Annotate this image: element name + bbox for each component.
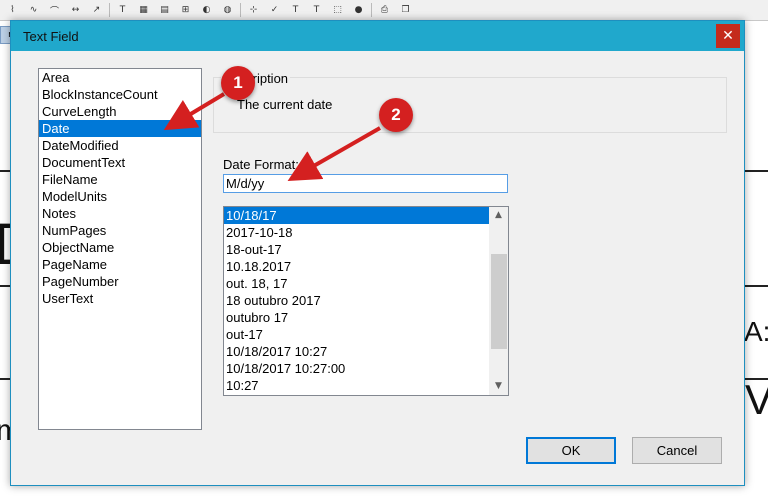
- field-list-item[interactable]: CurveLength: [39, 103, 201, 120]
- format-list-item[interactable]: out. 18, 17: [224, 275, 489, 292]
- group-icon[interactable]: ⊞: [176, 2, 195, 18]
- polyline-icon[interactable]: ⌇: [3, 2, 22, 18]
- drawing-text: A:: [744, 316, 768, 347]
- block-icon[interactable]: ▦: [134, 2, 153, 18]
- snap-icon[interactable]: ⊹: [244, 2, 263, 18]
- arc-icon[interactable]: ⌒: [45, 2, 64, 18]
- field-list[interactable]: Area BlockInstanceCount CurveLength Date Dat…: [38, 68, 202, 430]
- field-list-item[interactable]: ObjectName: [39, 239, 201, 256]
- field-list-item[interactable]: Area: [39, 69, 201, 86]
- text-field-icon[interactable]: T: [286, 2, 305, 18]
- layers-icon[interactable]: ❐: [396, 2, 415, 18]
- cancel-button[interactable]: Cancel: [632, 437, 722, 464]
- text-field-dialog: Text Field ✕ Area BlockInstanceCount Curve…: [10, 20, 745, 486]
- format-list-item[interactable]: 18-out-17: [224, 241, 489, 258]
- box-icon[interactable]: ⬚: [328, 2, 347, 18]
- field-list-item[interactable]: DocumentText: [39, 154, 201, 171]
- toolbar-separator: [109, 3, 110, 17]
- scroll-up-icon[interactable]: ▲: [489, 207, 508, 224]
- format-list[interactable]: 10/18/17 2017-10-18 18-out-17 10.18.2017 out…: [223, 206, 509, 396]
- field-list-item[interactable]: FileName: [39, 171, 201, 188]
- date-format-label: Date Format:: [223, 157, 299, 172]
- 3d-text-icon[interactable]: T: [307, 2, 326, 18]
- date-format-input[interactable]: [223, 174, 508, 193]
- description-value: The current date: [237, 97, 333, 112]
- drawing-line: [743, 285, 768, 287]
- field-list-item[interactable]: Date: [39, 120, 201, 137]
- field-list-item[interactable]: BlockInstanceCount: [39, 86, 201, 103]
- field-list-item[interactable]: NumPages: [39, 222, 201, 239]
- print-icon[interactable]: ⎙: [375, 2, 394, 18]
- format-list-item[interactable]: 10/18/17: [224, 207, 489, 224]
- leader-icon[interactable]: ↗: [87, 2, 106, 18]
- scroll-down-icon[interactable]: ▼: [489, 378, 508, 395]
- dimension-icon[interactable]: ↔: [66, 2, 85, 18]
- cad-toolbar: ⌇ ∿ ⌒ ↔ ↗ T ▦ ▤ ⊞ ◐ ◍ ⊹ ✓ T T ⬚ ● ⎙ ❐: [0, 0, 768, 21]
- callout-1: 1: [221, 66, 255, 100]
- scroll-thumb[interactable]: [491, 254, 507, 349]
- callout-2: 2: [379, 98, 413, 132]
- format-list-scrollbar[interactable]: ▲ ▼: [489, 207, 508, 395]
- field-list-item[interactable]: ModelUnits: [39, 188, 201, 205]
- check-icon[interactable]: ✓: [265, 2, 284, 18]
- format-list-item[interactable]: 2017-10-18: [224, 224, 489, 241]
- field-list-item[interactable]: UserText: [39, 290, 201, 307]
- render-icon[interactable]: ◍: [218, 2, 237, 18]
- ok-button[interactable]: OK: [526, 437, 616, 464]
- dialog-titlebar[interactable]: Text Field ✕: [11, 21, 744, 51]
- hatch-icon[interactable]: ▤: [155, 2, 174, 18]
- drawing-text: V: [745, 376, 768, 423]
- field-list-item[interactable]: Notes: [39, 205, 201, 222]
- format-list-item[interactable]: outubro 17: [224, 309, 489, 326]
- dialog-title: Text Field: [23, 29, 79, 44]
- format-list-item[interactable]: 18 outubro 2017: [224, 292, 489, 309]
- drawing-line: [743, 170, 768, 172]
- field-list-item[interactable]: DateModified: [39, 137, 201, 154]
- sphere-icon[interactable]: ●: [349, 2, 368, 18]
- format-list-item[interactable]: 10.18.2017: [224, 258, 489, 275]
- format-list-item[interactable]: 10/18/2017 10:27: [224, 343, 489, 360]
- material-icon[interactable]: ◐: [197, 2, 216, 18]
- field-list-item[interactable]: PageName: [39, 256, 201, 273]
- format-list-item[interactable]: 10/18/2017 10:27:00: [224, 360, 489, 377]
- field-list-item[interactable]: PageNumber: [39, 273, 201, 290]
- format-list-item[interactable]: 10:27: [224, 377, 489, 394]
- toolbar-separator: [371, 3, 372, 17]
- format-list-item[interactable]: out-17: [224, 326, 489, 343]
- toolbar-separator: [240, 3, 241, 17]
- curve-icon[interactable]: ∿: [24, 2, 43, 18]
- close-button[interactable]: ✕: [716, 24, 740, 48]
- text-icon[interactable]: T: [113, 2, 132, 18]
